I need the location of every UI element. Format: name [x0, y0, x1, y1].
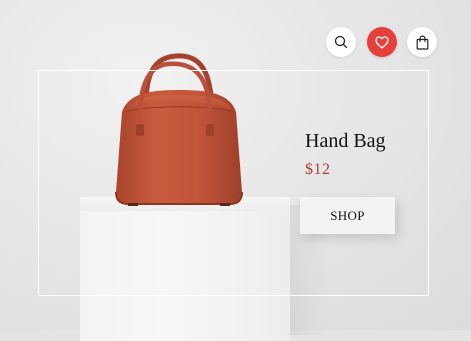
heart-icon — [375, 35, 389, 48]
cart-button[interactable] — [407, 27, 437, 57]
shop-button[interactable]: SHOP — [300, 197, 395, 234]
product-title: Hand Bag — [305, 130, 386, 152]
product-frame — [38, 70, 429, 296]
product-hero: Hand Bag $12 SHOP — [0, 0, 471, 341]
wishlist-button[interactable] — [367, 27, 397, 57]
product-price: $12 — [305, 161, 331, 178]
shopping-bag-icon — [416, 34, 428, 50]
search-button[interactable] — [326, 27, 356, 57]
search-icon — [334, 35, 348, 49]
